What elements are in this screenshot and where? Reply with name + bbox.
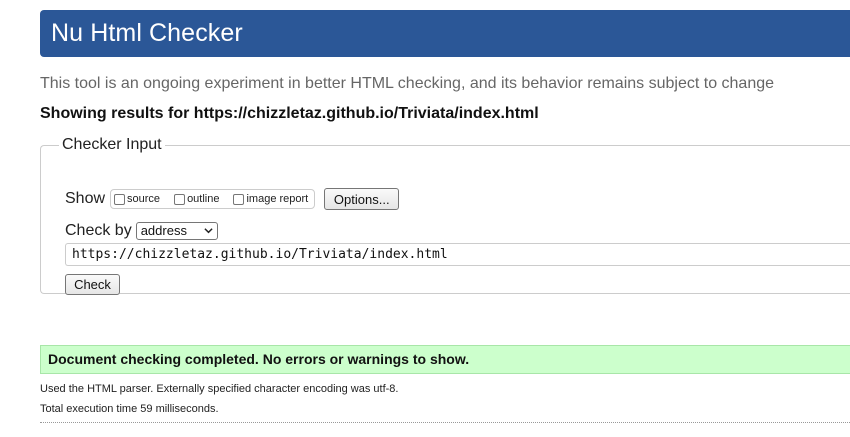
nu-html-checker-page: Nu Html Checker This tool is an ongoing … xyxy=(0,0,850,437)
chevron-down-icon xyxy=(204,228,213,234)
success-message: Document checking completed. No errors o… xyxy=(40,345,850,374)
show-outline-option[interactable]: outline xyxy=(174,193,219,205)
show-row: Show source outline image report Options… xyxy=(65,187,400,211)
options-button[interactable]: Options... xyxy=(324,188,400,210)
outline-checkbox[interactable] xyxy=(174,193,186,205)
page-title: Nu Html Checker xyxy=(51,19,243,47)
image-report-checkbox[interactable] xyxy=(233,193,245,205)
check-button[interactable]: Check xyxy=(65,274,120,295)
outline-checkbox-label: outline xyxy=(187,193,220,205)
checker-input-legend: Checker Input xyxy=(62,136,162,153)
results-for-heading: Showing results for https://chizzletaz.g… xyxy=(40,105,539,122)
check-by-row: Check by address xyxy=(65,220,218,242)
execution-time: Total execution time 59 milliseconds. xyxy=(40,403,219,415)
checker-input-fieldset: Checker Input Show source outline image … xyxy=(40,136,850,295)
source-checkbox-label: source xyxy=(127,193,161,205)
check-by-select[interactable]: address xyxy=(135,222,218,240)
parser-info: Used the HTML parser. Externally specifi… xyxy=(40,383,399,395)
check-by-selected-value: address xyxy=(140,223,187,238)
image-report-checkbox-label: image report xyxy=(246,193,309,205)
source-checkbox[interactable] xyxy=(114,193,126,205)
show-image-report-option[interactable]: image report xyxy=(233,193,308,205)
bottom-divider xyxy=(40,422,850,423)
show-options-group: source outline image report xyxy=(110,189,316,209)
intro-text: This tool is an ongoing experiment in be… xyxy=(40,75,775,92)
show-source-option[interactable]: source xyxy=(114,193,160,205)
show-label: Show xyxy=(65,190,106,207)
url-input[interactable]: https://chizzletaz.github.io/Triviata/in… xyxy=(65,243,850,266)
check-by-label: Check by xyxy=(65,222,132,239)
page-header: Nu Html Checker xyxy=(40,10,850,57)
